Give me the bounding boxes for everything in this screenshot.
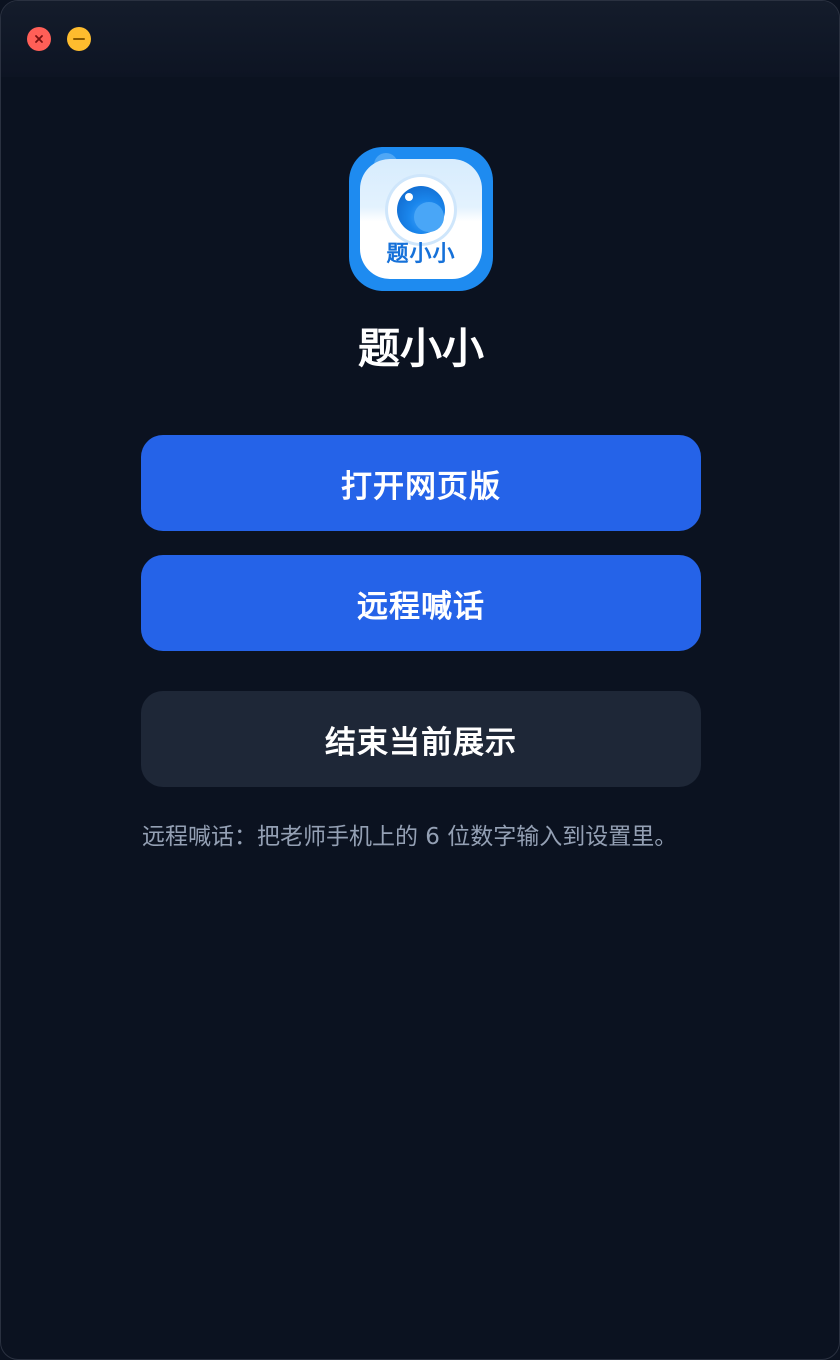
- close-button[interactable]: [27, 27, 51, 51]
- logo-glint: [405, 193, 413, 201]
- minimize-button[interactable]: [67, 27, 91, 51]
- app-window: 题小小 题小小 打开网页版 远程喊话 结束当前展示 远程喊话：把老师手机上的 6…: [0, 0, 840, 1360]
- app-title: 题小小: [357, 324, 484, 373]
- close-x-icon: [35, 35, 43, 43]
- minus-icon: [73, 38, 85, 40]
- logo-text: 题小小: [386, 242, 456, 267]
- hint-text: 远程喊话：把老师手机上的 6 位数字输入到设置里。: [142, 824, 678, 850]
- title-bar[interactable]: [1, 1, 839, 77]
- app-logo-icon: 题小小: [349, 147, 493, 291]
- open-web-button[interactable]: 打开网页版: [141, 435, 701, 531]
- logo-lens-inner: [414, 202, 444, 232]
- end-display-button[interactable]: 结束当前展示: [141, 691, 701, 787]
- remote-shout-button[interactable]: 远程喊话: [141, 555, 701, 651]
